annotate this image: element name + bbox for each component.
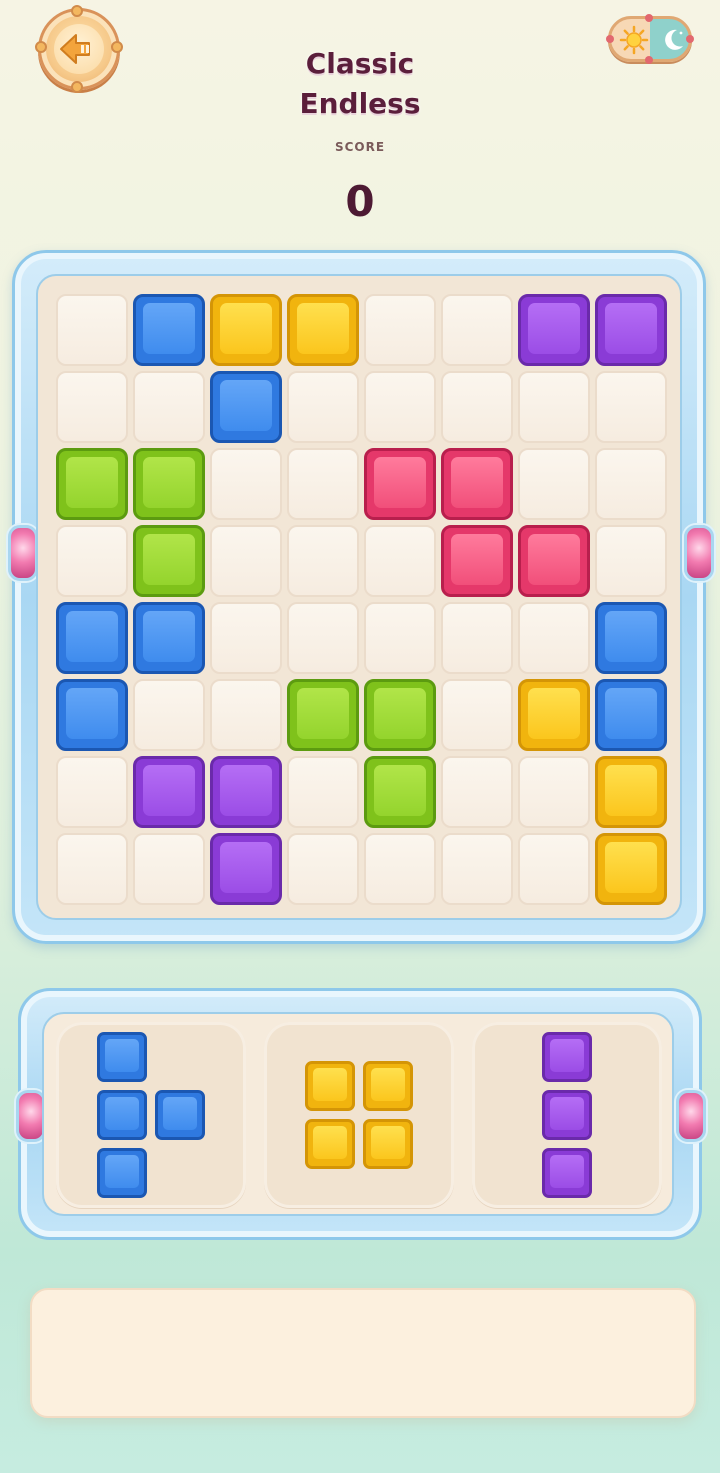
board-cell-empty[interactable] <box>210 679 282 751</box>
board-cell-empty[interactable] <box>133 833 205 905</box>
piece-slot-2[interactable] <box>264 1022 454 1208</box>
board-cell-empty[interactable] <box>56 756 128 828</box>
tray-piece-3-block[interactable] <box>542 1032 592 1082</box>
tray-piece-2-block[interactable] <box>305 1061 355 1111</box>
board-cell-empty[interactable] <box>441 602 513 674</box>
bottom-panel <box>30 1288 696 1418</box>
tray-piece-1-block[interactable] <box>97 1032 147 1082</box>
board-block-green[interactable] <box>364 679 436 751</box>
tray-piece-3-block[interactable] <box>542 1090 592 1140</box>
tray-piece-1-block[interactable] <box>155 1090 205 1140</box>
board-block-blue[interactable] <box>133 602 205 674</box>
board-cell-empty[interactable] <box>595 448 667 520</box>
board-cell-empty[interactable] <box>518 448 590 520</box>
board-cell-empty[interactable] <box>56 525 128 597</box>
board-cell-empty[interactable] <box>518 602 590 674</box>
board-cell-empty[interactable] <box>441 371 513 443</box>
board-cell-empty[interactable] <box>210 602 282 674</box>
board-block-purple[interactable] <box>595 294 667 366</box>
board-cell-empty[interactable] <box>287 525 359 597</box>
tray-piece-2-block[interactable] <box>363 1119 413 1169</box>
tray-piece-1-block[interactable] <box>97 1090 147 1140</box>
board-block-green[interactable] <box>133 448 205 520</box>
board-cell-empty[interactable] <box>210 525 282 597</box>
board-block-purple[interactable] <box>210 833 282 905</box>
board-block-yellow[interactable] <box>287 294 359 366</box>
gem-right <box>684 525 714 581</box>
board-block-blue[interactable] <box>210 371 282 443</box>
piece-slot-1[interactable] <box>56 1022 246 1208</box>
board-cell-empty[interactable] <box>364 602 436 674</box>
board-cell-empty[interactable] <box>518 756 590 828</box>
board-block-green[interactable] <box>133 525 205 597</box>
board-cell-empty[interactable] <box>287 448 359 520</box>
board-cell-empty[interactable] <box>56 294 128 366</box>
board-block-red[interactable] <box>518 525 590 597</box>
tray-piece-2-block[interactable] <box>363 1061 413 1111</box>
board-block-blue[interactable] <box>56 602 128 674</box>
board-block-red[interactable] <box>441 448 513 520</box>
board-cell-empty[interactable] <box>56 371 128 443</box>
board-block-green[interactable] <box>287 679 359 751</box>
board-cell-empty[interactable] <box>595 371 667 443</box>
board-cell-empty[interactable] <box>210 448 282 520</box>
tray-piece-2-block[interactable] <box>305 1119 355 1169</box>
board-cell-empty[interactable] <box>133 679 205 751</box>
board-block-red[interactable] <box>364 448 436 520</box>
board-cell-empty[interactable] <box>287 371 359 443</box>
board-cell-empty[interactable] <box>364 525 436 597</box>
gem-left <box>8 525 38 581</box>
board-block-yellow[interactable] <box>595 756 667 828</box>
board-block-green[interactable] <box>364 756 436 828</box>
board-cell-empty[interactable] <box>364 294 436 366</box>
board-cell-empty[interactable] <box>518 371 590 443</box>
board-block-purple[interactable] <box>518 294 590 366</box>
board-cell-empty[interactable] <box>56 833 128 905</box>
board-cell-empty[interactable] <box>441 756 513 828</box>
board-block-red[interactable] <box>441 525 513 597</box>
board-cell-empty[interactable] <box>133 371 205 443</box>
board-cell-empty[interactable] <box>287 833 359 905</box>
board-block-blue[interactable] <box>595 679 667 751</box>
board-cell-empty[interactable] <box>441 833 513 905</box>
board-block-blue[interactable] <box>595 602 667 674</box>
board-block-green[interactable] <box>56 448 128 520</box>
board-block-yellow[interactable] <box>595 833 667 905</box>
board-block-purple[interactable] <box>133 756 205 828</box>
tray-piece-3-block[interactable] <box>542 1148 592 1198</box>
board-cell-empty[interactable] <box>364 833 436 905</box>
tray-piece-1-block[interactable] <box>97 1148 147 1198</box>
board-cell-empty[interactable] <box>441 294 513 366</box>
board-block-blue[interactable] <box>133 294 205 366</box>
board-cell-empty[interactable] <box>441 679 513 751</box>
board-cell-empty[interactable] <box>287 756 359 828</box>
board-block-blue[interactable] <box>56 679 128 751</box>
score-value: 0 <box>345 177 375 226</box>
score-label: SCORE <box>334 140 386 154</box>
board-block-purple[interactable] <box>210 756 282 828</box>
mode-title-line2: Endless <box>299 87 421 120</box>
board-block-yellow[interactable] <box>210 294 282 366</box>
board-block-yellow[interactable] <box>518 679 590 751</box>
board-cell-empty[interactable] <box>595 525 667 597</box>
gem-tray-right <box>676 1090 706 1142</box>
mode-title-line1: Classic <box>305 47 415 80</box>
board-cell-empty[interactable] <box>287 602 359 674</box>
board-cell-empty[interactable] <box>364 371 436 443</box>
board-cell-empty[interactable] <box>518 833 590 905</box>
